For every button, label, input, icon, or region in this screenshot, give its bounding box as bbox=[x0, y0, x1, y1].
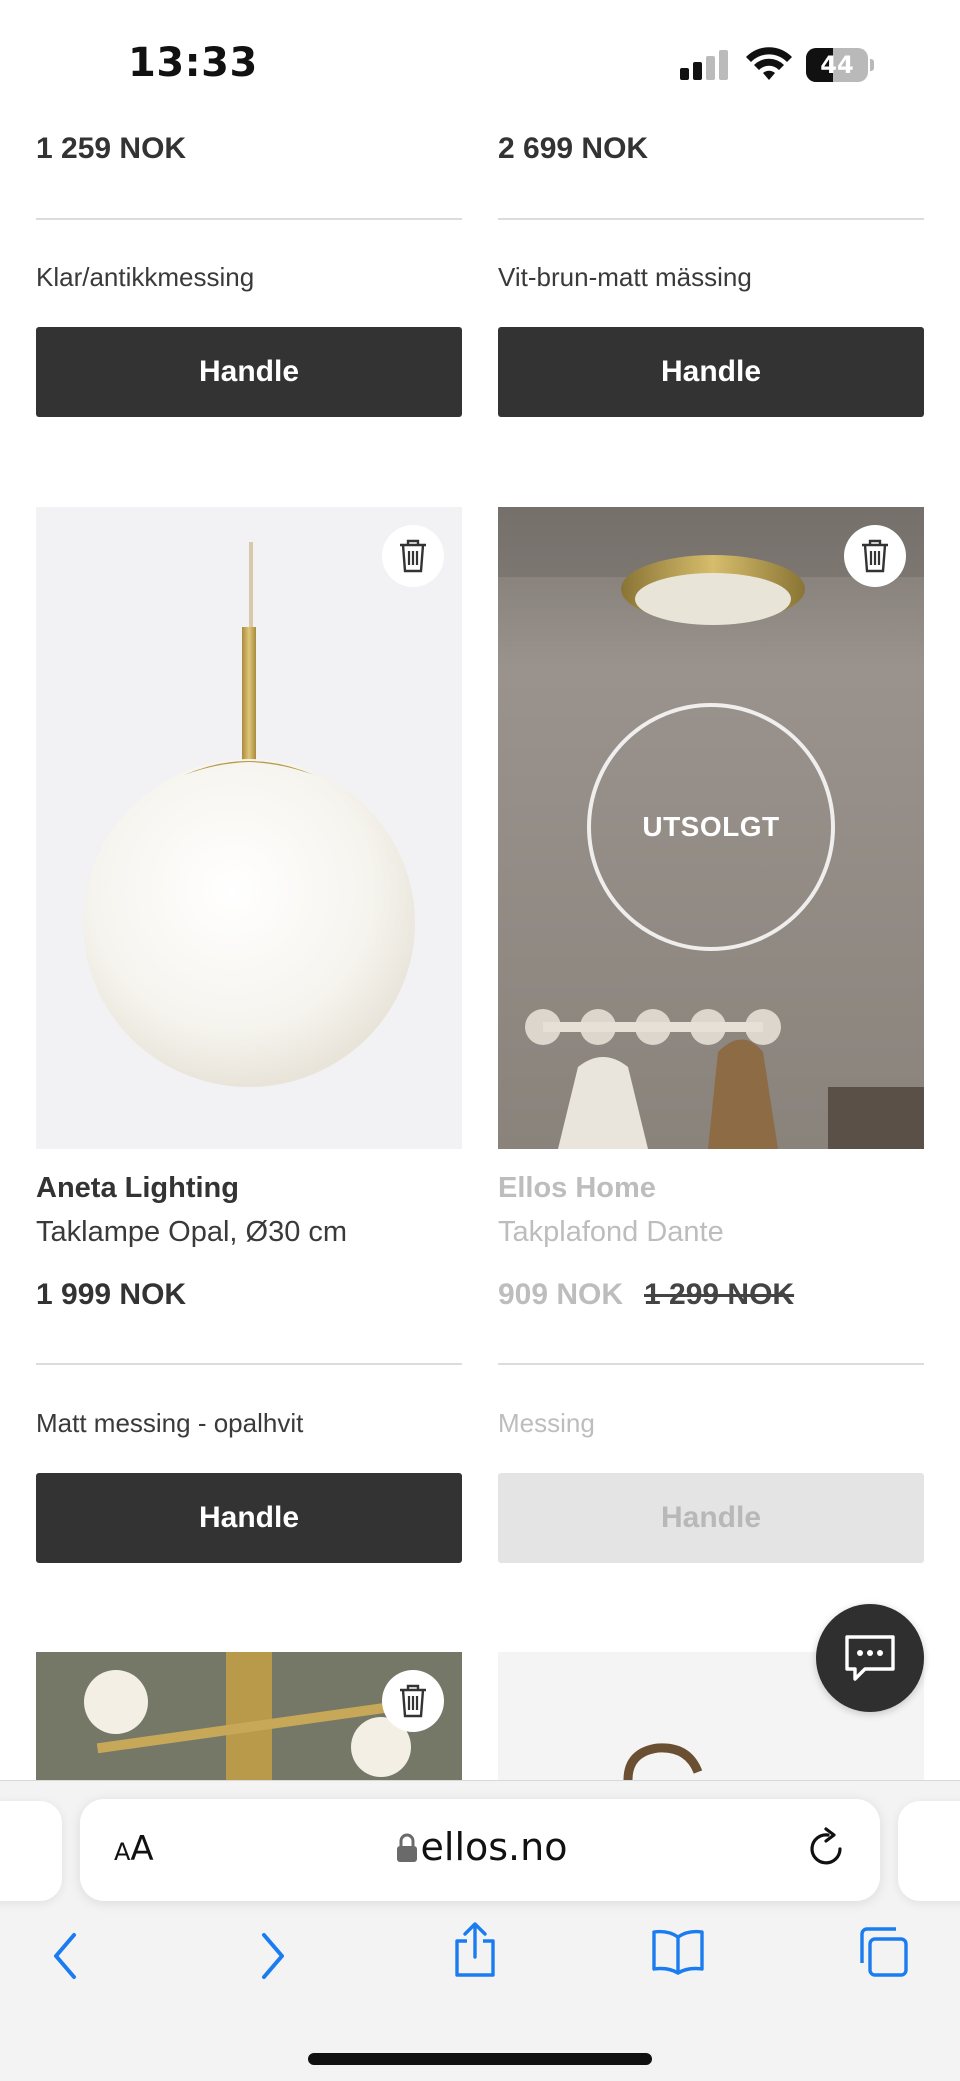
home-indicator bbox=[308, 2053, 652, 2065]
battery-icon: 44 bbox=[806, 48, 874, 82]
previous-tab-preview[interactable] bbox=[0, 1801, 62, 1901]
delete-button[interactable] bbox=[382, 525, 444, 587]
delete-button[interactable] bbox=[382, 1670, 444, 1732]
delete-button[interactable] bbox=[844, 525, 906, 587]
chat-button[interactable] bbox=[816, 1604, 924, 1712]
product-image[interactable] bbox=[36, 1652, 462, 1780]
share-icon[interactable] bbox=[452, 1921, 498, 1979]
status-time: 13:33 bbox=[128, 40, 258, 86]
reload-icon[interactable] bbox=[806, 1827, 850, 1871]
back-icon[interactable] bbox=[48, 1931, 82, 1981]
product-image[interactable] bbox=[36, 507, 462, 1149]
sold-out-badge: UTSOLGT bbox=[587, 703, 835, 951]
divider bbox=[498, 218, 924, 220]
next-tab-preview[interactable] bbox=[898, 1801, 960, 1901]
tabs-icon[interactable] bbox=[856, 1925, 910, 1979]
product-brand[interactable]: Ellos Home bbox=[498, 1172, 656, 1205]
cellular-signal-icon bbox=[680, 50, 732, 80]
chat-icon bbox=[845, 1635, 895, 1681]
buy-button[interactable]: Handle bbox=[498, 327, 924, 417]
product-name[interactable]: Taklampe Opal, Ø30 cm bbox=[36, 1216, 347, 1249]
browser-toolbar: AA ellos.no bbox=[0, 1780, 960, 2081]
buy-button[interactable]: Handle bbox=[36, 327, 462, 417]
divider bbox=[36, 1363, 462, 1365]
product-name[interactable]: Takplafond Dante bbox=[498, 1216, 724, 1249]
product-variant: Klar/antikkmessing bbox=[36, 262, 255, 292]
product-variant: Messing bbox=[498, 1408, 595, 1438]
address-bar[interactable]: AA ellos.no bbox=[80, 1799, 880, 1901]
divider bbox=[498, 1363, 924, 1365]
buy-button[interactable]: Handle bbox=[36, 1473, 462, 1563]
buy-button-disabled: Handle bbox=[498, 1473, 924, 1563]
status-bar: 13:33 44 bbox=[0, 0, 960, 120]
pendant-lamp-image bbox=[83, 542, 415, 1087]
product-price: 2 699 NOK bbox=[498, 132, 649, 165]
product-sale-price: 909 NOK bbox=[498, 1278, 624, 1311]
product-variant: Vit-brun-matt mässing bbox=[498, 262, 752, 292]
product-image[interactable]: UTSOLGT bbox=[498, 507, 924, 1149]
product-original-price: 1 299 NOK bbox=[644, 1278, 795, 1311]
product-brand[interactable]: Aneta Lighting bbox=[36, 1172, 239, 1205]
product-price: 1 259 NOK bbox=[36, 132, 187, 165]
wifi-icon bbox=[746, 47, 792, 80]
trash-icon bbox=[862, 539, 888, 573]
forward-icon[interactable] bbox=[256, 1931, 290, 1981]
url-text[interactable]: ellos.no bbox=[80, 1825, 880, 1869]
product-variant: Matt messing - opalhvit bbox=[36, 1408, 304, 1438]
trash-icon bbox=[400, 1684, 426, 1718]
trash-icon bbox=[400, 539, 426, 573]
battery-level: 44 bbox=[820, 51, 854, 79]
bookmarks-icon[interactable] bbox=[650, 1927, 706, 1975]
product-price: 1 999 NOK bbox=[36, 1278, 187, 1311]
divider bbox=[36, 218, 462, 220]
